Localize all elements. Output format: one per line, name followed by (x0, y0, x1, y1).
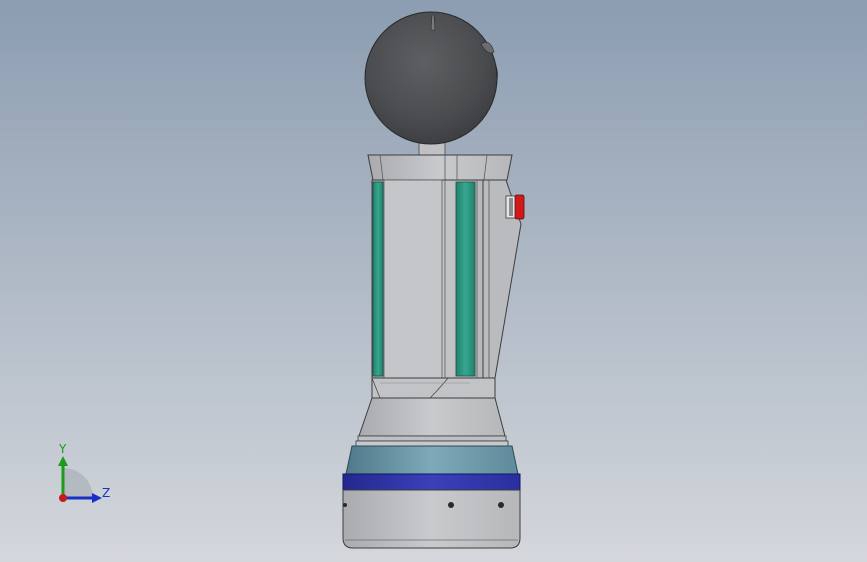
graphics-viewport[interactable]: Y Z (0, 0, 867, 562)
top-cap (367, 154, 513, 181)
z-axis-arrowhead (92, 493, 102, 503)
red-button (505, 194, 525, 220)
blue-gray-band (345, 445, 519, 475)
y-axis-arrowhead (58, 456, 68, 466)
green-strip-right (455, 181, 476, 377)
base-cylinder (342, 489, 521, 549)
flared-skirt (355, 397, 509, 447)
x-axis-dot (59, 494, 67, 502)
orientation-triad: Y Z (50, 440, 120, 510)
blue-band (342, 473, 521, 491)
model-view[interactable] (0, 0, 867, 562)
lower-collar (371, 377, 496, 399)
triad-y-label: Y (59, 442, 67, 456)
sphere-head (364, 11, 498, 145)
green-strip-left (372, 181, 384, 377)
triad-z-label: Z (102, 486, 111, 500)
